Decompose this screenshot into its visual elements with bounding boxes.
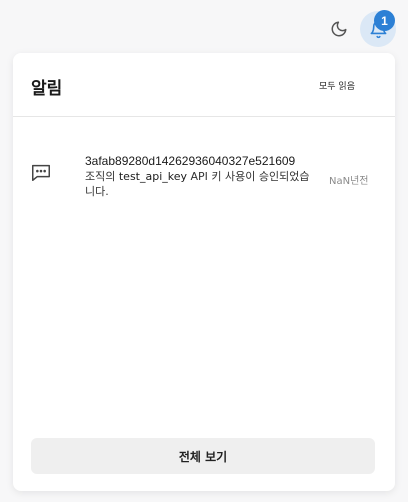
notification-time: NaN년전 <box>329 176 369 187</box>
message-square-icon <box>32 164 50 181</box>
notification-body: 조직의 test_api_key API 키 사용이 승인되었습니다. <box>85 169 317 199</box>
moon-icon <box>331 21 347 37</box>
mark-all-read-button[interactable]: 모두 읽음 <box>319 79 355 92</box>
notification-body-prefix: 조직의 <box>85 170 119 183</box>
notification-item[interactable]: 3afab89280d14262936040327e521609 조직의 tes… <box>13 149 395 213</box>
panel-title: 알림 <box>31 79 63 99</box>
notification-count-badge: 1 <box>374 10 395 31</box>
notifications-panel: 알림 모두 읽음 3afab89280d14262936040327e52160… <box>13 53 395 491</box>
top-bar: 1 <box>0 0 408 52</box>
notification-title: 3afab89280d14262936040327e521609 <box>85 154 296 168</box>
theme-toggle-button[interactable] <box>322 12 356 46</box>
notification-body-key: test_api_key <box>118 170 188 183</box>
panel-header: 알림 모두 읽음 <box>13 53 395 117</box>
view-all-button[interactable]: 전체 보기 <box>31 438 375 474</box>
